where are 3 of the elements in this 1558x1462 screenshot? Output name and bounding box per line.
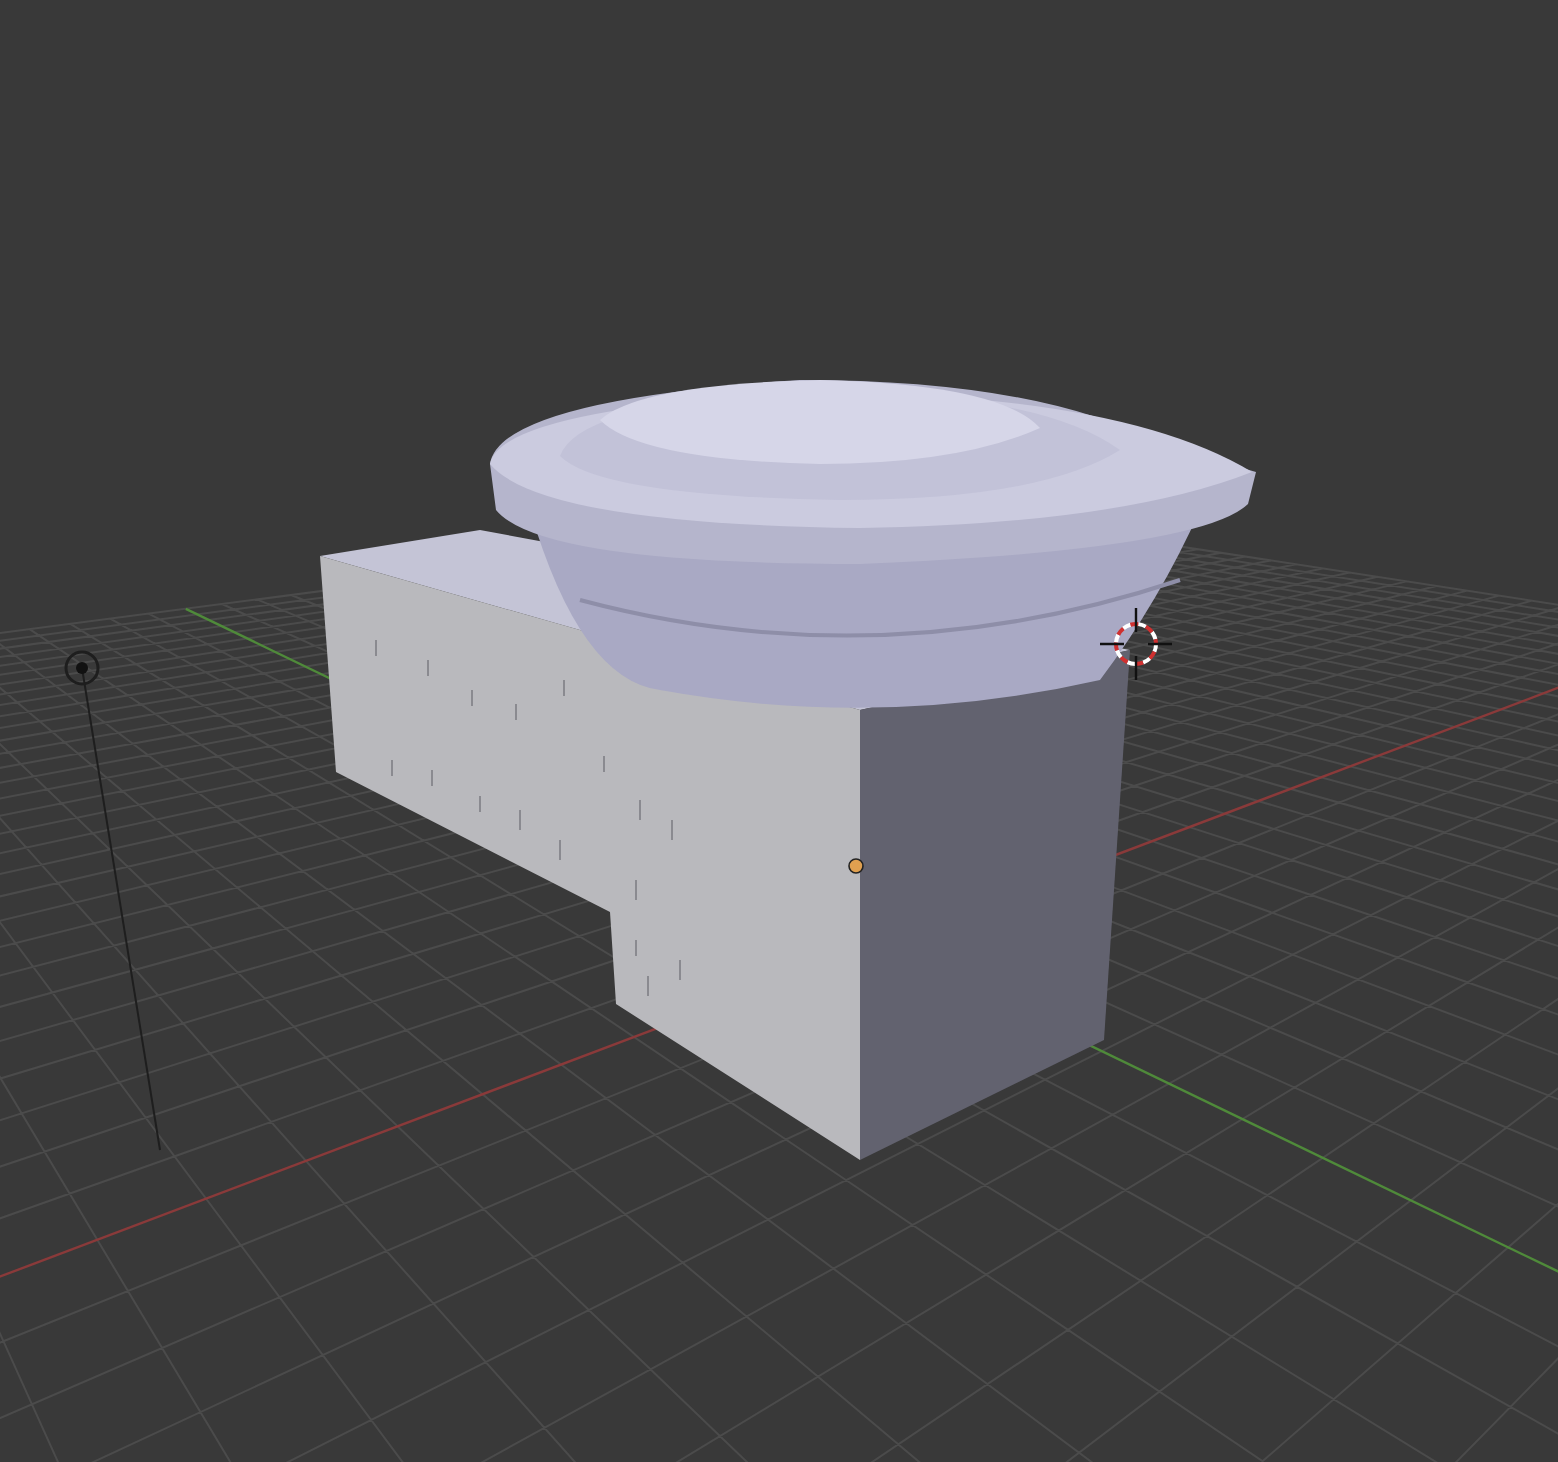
- lamp-icon: [64, 650, 161, 1151]
- origin-dot: [848, 858, 864, 874]
- 3d-cursor-icon: [1098, 606, 1174, 682]
